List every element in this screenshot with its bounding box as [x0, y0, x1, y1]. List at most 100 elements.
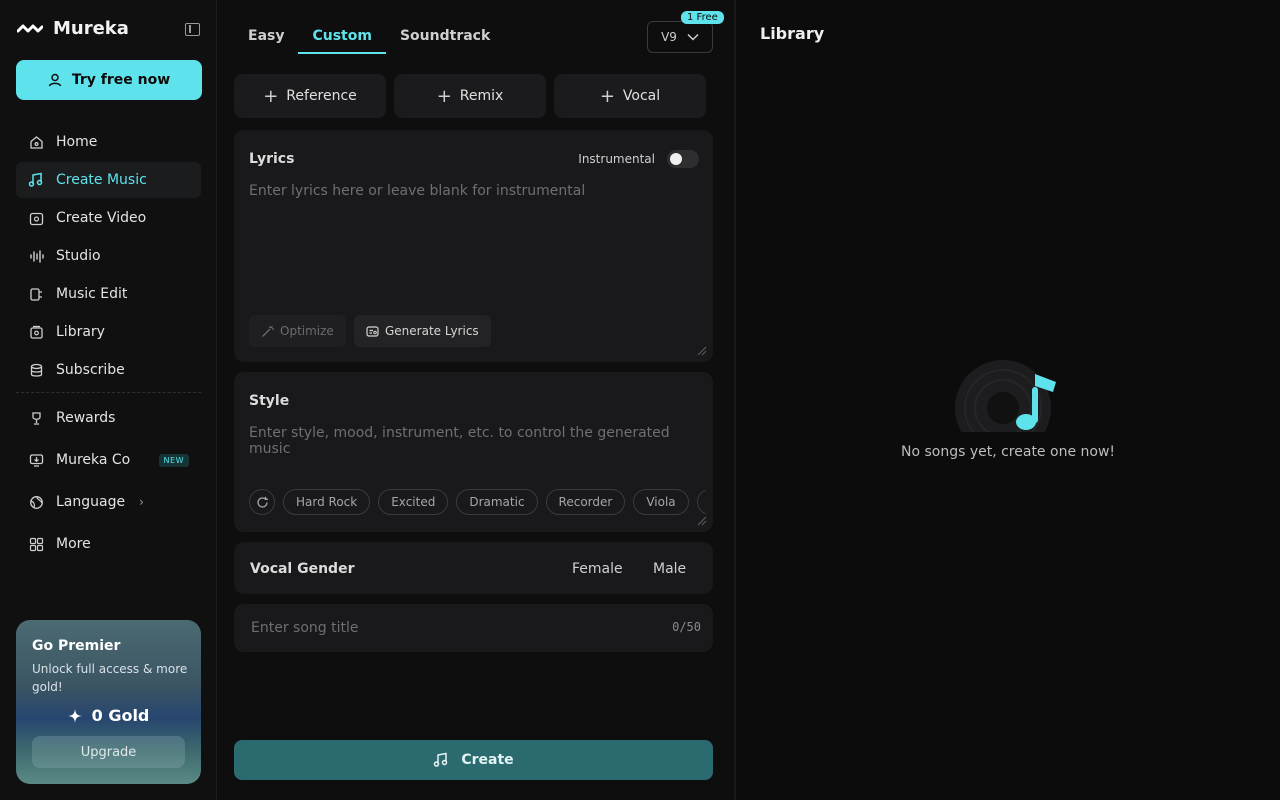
style-chip[interactable]: Recorder	[545, 489, 626, 515]
create-label: Create	[461, 752, 514, 768]
tab-easy[interactable]: Easy	[234, 20, 298, 54]
user-icon	[48, 73, 62, 87]
sparkle-icon	[67, 708, 82, 723]
sidebar-item-create-video[interactable]: Create Video	[16, 200, 201, 236]
sidebar-item-label: Create Video	[56, 210, 147, 226]
add-buttons-row: + Reference + Remix + Vocal	[234, 74, 706, 118]
premier-card: Go Premier Unlock full access & more gol…	[16, 620, 201, 784]
logo[interactable]: Mureka	[17, 18, 129, 39]
add-reference-label: Reference	[286, 88, 357, 104]
style-card: Style Enter style, mood, instrument, etc…	[234, 372, 713, 532]
gender-option-male[interactable]: Male	[653, 561, 686, 577]
add-reference-button[interactable]: + Reference	[234, 74, 386, 118]
mureka-logo-icon	[17, 24, 43, 32]
vocal-gender-title: Vocal Gender	[250, 561, 355, 577]
lyrics-icon	[366, 325, 379, 337]
sidebar-item-mureka-co[interactable]: Mureka Co NEW	[16, 442, 201, 478]
gold-amount: 0 Gold	[91, 706, 150, 725]
main-nav: Home Create Music Create Video Studio Mu…	[16, 124, 201, 390]
sidebar-item-label: Mureka Co	[56, 452, 131, 468]
add-remix-label: Remix	[459, 88, 504, 104]
sidebar-item-music-edit[interactable]: Music Edit	[16, 276, 201, 312]
style-chip[interactable]: Excited	[378, 489, 449, 515]
library-title: Library	[760, 24, 825, 43]
try-free-label: Try free now	[71, 72, 171, 88]
sidebar: Mureka Try free now Home Create Music Cr…	[0, 0, 217, 800]
music-note-icon	[434, 752, 448, 767]
sidebar-item-label: Create Music	[56, 172, 147, 188]
sidebar-item-create-music[interactable]: Create Music	[16, 162, 201, 198]
mode-tabs: Easy Custom Soundtrack	[234, 20, 504, 54]
refresh-icon[interactable]	[249, 489, 275, 515]
style-chip-overflow[interactable]	[696, 489, 706, 515]
sidebar-item-library[interactable]: Library	[16, 314, 201, 350]
globe-icon	[28, 494, 44, 510]
style-chips-row: Hard Rock Excited Dramatic Recorder Viol…	[249, 489, 706, 515]
library-icon	[28, 324, 44, 340]
video-icon	[28, 210, 44, 226]
plus-icon: +	[599, 85, 615, 107]
sidebar-item-language[interactable]: Language ›	[16, 484, 201, 520]
sidebar-collapse-icon[interactable]	[185, 23, 200, 36]
upgrade-button[interactable]: Upgrade	[32, 736, 185, 768]
instrumental-toggle[interactable]	[667, 150, 699, 168]
premier-desc: Unlock full access & more gold!	[32, 662, 188, 694]
tab-soundtrack[interactable]: Soundtrack	[386, 20, 504, 54]
sidebar-item-label: Studio	[56, 248, 101, 264]
nav-divider	[16, 392, 201, 393]
add-vocal-label: Vocal	[622, 88, 661, 104]
generate-lyrics-button[interactable]: Generate Lyrics	[354, 315, 491, 347]
app-root: Mureka Try free now Home Create Music Cr…	[0, 0, 1280, 800]
empty-message: No songs yet, create one now!	[900, 444, 1116, 460]
tab-custom[interactable]: Custom	[298, 20, 386, 54]
grid-icon	[28, 536, 44, 552]
free-badge: 1 Free	[681, 11, 724, 24]
style-title: Style	[249, 393, 290, 409]
version-value: V9	[661, 30, 677, 44]
sidebar-item-subscribe[interactable]: Subscribe	[16, 352, 201, 388]
style-chip[interactable]: Dramatic	[456, 489, 538, 515]
lyrics-input[interactable]: Enter lyrics here or leave blank for ins…	[249, 183, 585, 199]
secondary-nav: Rewards Mureka Co NEW Language › More	[16, 400, 201, 568]
style-chips: Hard Rock Excited Dramatic Recorder Viol…	[249, 489, 706, 519]
style-chip[interactable]: Viola	[633, 489, 689, 515]
add-remix-button[interactable]: + Remix	[394, 74, 546, 118]
app-name: Mureka	[53, 18, 129, 39]
vinyl-record-icon	[955, 360, 1056, 432]
lyrics-card: Lyrics Instrumental Enter lyrics here or…	[234, 130, 713, 362]
instrumental-label: Instrumental	[578, 152, 655, 166]
edit-music-icon	[28, 286, 44, 302]
create-panel: Easy Custom Soundtrack V9 1 Free + Refer…	[218, 0, 733, 800]
sidebar-item-more[interactable]: More	[16, 526, 201, 562]
sidebar-item-label: Library	[56, 324, 105, 340]
style-chip[interactable]: Hard Rock	[283, 489, 371, 515]
instrumental-control: Instrumental	[578, 150, 699, 168]
sidebar-item-rewards[interactable]: Rewards	[16, 400, 201, 436]
style-input[interactable]: Enter style, mood, instrument, etc. to c…	[249, 425, 713, 457]
plus-icon: +	[436, 85, 452, 107]
lyrics-title: Lyrics	[249, 151, 295, 167]
trophy-icon	[28, 410, 44, 426]
resize-handle-icon[interactable]	[695, 344, 707, 356]
resize-handle-icon[interactable]	[695, 514, 707, 526]
sidebar-item-label: Language	[56, 494, 126, 510]
song-title-input[interactable]: Enter song title	[251, 620, 358, 636]
sidebar-item-studio[interactable]: Studio	[16, 238, 201, 274]
chevron-right-icon: ›	[139, 495, 144, 509]
sidebar-item-label: Rewards	[56, 410, 116, 426]
gender-option-female[interactable]: Female	[572, 561, 623, 577]
vocal-gender-card: Vocal Gender Female Male	[234, 542, 713, 594]
optimize-label: Optimize	[280, 324, 334, 338]
add-vocal-button[interactable]: + Vocal	[554, 74, 706, 118]
generate-lyrics-label: Generate Lyrics	[385, 324, 479, 338]
sidebar-item-label: Subscribe	[56, 362, 125, 378]
sidebar-item-home[interactable]: Home	[16, 124, 201, 160]
gold-balance: 0 Gold	[16, 706, 201, 725]
optimize-button[interactable]: Optimize	[249, 315, 346, 347]
new-badge: NEW	[158, 453, 189, 467]
library-empty-state: No songs yet, create one now!	[736, 360, 1280, 460]
create-button[interactable]: Create	[234, 740, 713, 780]
home-icon	[28, 134, 44, 150]
version-select[interactable]: V9	[647, 21, 713, 53]
try-free-button[interactable]: Try free now	[16, 60, 202, 100]
